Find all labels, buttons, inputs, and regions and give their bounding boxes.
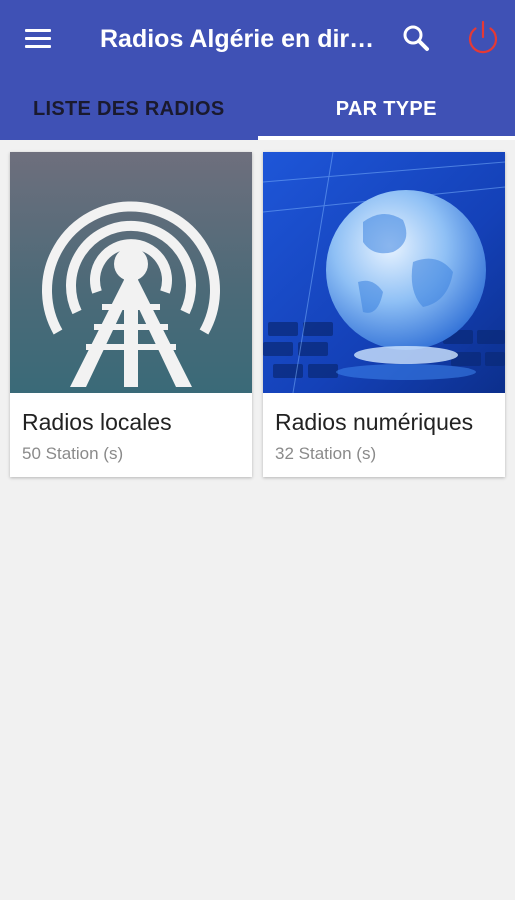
- category-card-numeriques[interactable]: Radios numériques 32 Station (s): [263, 152, 505, 477]
- category-title: Radios locales: [22, 409, 172, 435]
- station-count: 50 Station (s): [22, 444, 124, 463]
- search-icon[interactable]: [398, 20, 434, 56]
- radio-tower-image: [10, 152, 252, 393]
- power-icon[interactable]: [463, 18, 503, 58]
- category-grid: Radios locales 50 Station (s) Radios num…: [10, 152, 506, 477]
- app-bar: Radios Algérie en direct LISTE DES RADIO…: [0, 0, 515, 140]
- digital-globe-image: [263, 152, 505, 393]
- category-card-locales[interactable]: Radios locales 50 Station (s): [10, 152, 252, 477]
- tab-liste-des-radios[interactable]: LISTE DES RADIOS: [0, 78, 258, 140]
- menu-icon[interactable]: [18, 20, 58, 56]
- tab-par-type[interactable]: PAR TYPE: [257, 78, 515, 140]
- category-title: Radios numériques: [275, 409, 474, 435]
- tab-bar: LISTE DES RADIOS PAR TYPE: [0, 78, 515, 140]
- app-title: Radios Algérie en direct: [100, 25, 378, 53]
- toolbar: Radios Algérie en direct: [0, 0, 515, 78]
- station-count: 32 Station (s): [275, 444, 377, 463]
